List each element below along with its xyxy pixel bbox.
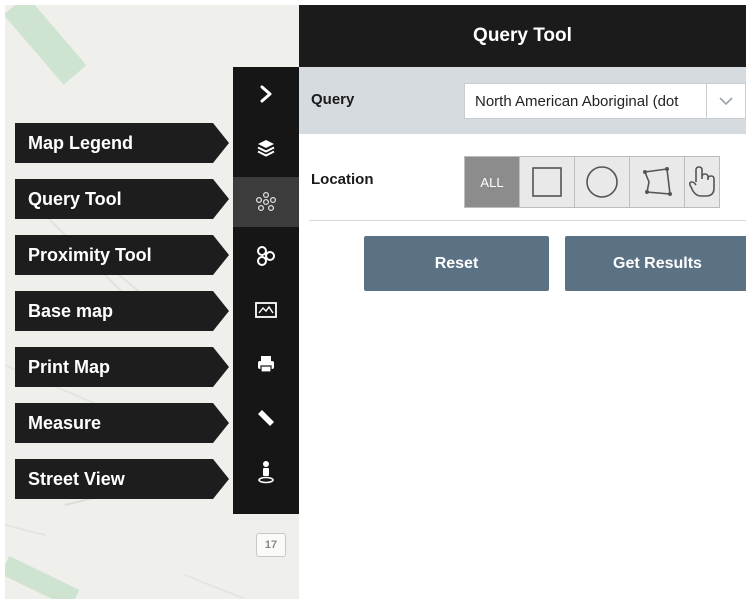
arrow-pointer: [213, 291, 229, 331]
reset-button[interactable]: Reset: [364, 236, 549, 291]
tool-label: Proximity Tool: [15, 235, 213, 275]
rectangle-icon: [532, 167, 562, 197]
proximity-icon: [257, 246, 275, 266]
location-rectangle-button[interactable]: [519, 156, 575, 208]
query-label: Query: [311, 91, 355, 108]
location-all-button[interactable]: ALL: [464, 156, 520, 208]
arrow-pointer: [213, 347, 229, 387]
location-label: Location: [311, 171, 374, 188]
tool-label: Map Legend: [15, 123, 213, 163]
base-map-icon-button[interactable]: [233, 285, 299, 335]
tool-icon-strip: [233, 67, 299, 514]
tool-button-proximity-tool[interactable]: Proximity Tool: [15, 235, 229, 275]
tool-label: Base map: [15, 291, 213, 331]
arrow-pointer: [213, 459, 229, 499]
arrow-pointer: [213, 123, 229, 163]
divider: [309, 220, 746, 221]
chevron-right-icon: [260, 85, 272, 103]
location-hand-button[interactable]: [684, 156, 720, 208]
tool-label: Query Tool: [15, 179, 213, 219]
measure-icon-button[interactable]: [233, 393, 299, 443]
basemap-icon: [255, 302, 277, 318]
tool-label: Print Map: [15, 347, 213, 387]
pegman-icon: [258, 461, 274, 484]
get-results-button[interactable]: Get Results: [565, 236, 746, 291]
tool-button-measure[interactable]: Measure: [15, 403, 229, 443]
query-select[interactable]: North American Aboriginal (dot: [464, 83, 746, 119]
ruler-icon: [258, 410, 274, 426]
location-row: Location ALL: [299, 134, 746, 218]
query-select-value: North American Aboriginal (dot: [475, 92, 679, 110]
location-circle-button[interactable]: [574, 156, 630, 208]
tool-button-print-map[interactable]: Print Map: [15, 347, 229, 387]
app-frame: Map Legend Query Tool Proximity Tool Bas…: [5, 5, 746, 599]
location-button-group: ALL: [464, 156, 720, 208]
query-tool-icon-button[interactable]: [233, 177, 299, 227]
proximity-tool-icon-button[interactable]: [233, 231, 299, 281]
location-polygon-button[interactable]: [629, 156, 685, 208]
layers-icon: [257, 140, 275, 157]
tool-button-street-view[interactable]: Street View: [15, 459, 229, 499]
query-nodes-icon: [255, 191, 277, 212]
circle-icon: [586, 166, 618, 198]
query-tool-panel: Query Tool Query North American Aborigin…: [299, 5, 746, 599]
panel-title: Query Tool: [299, 5, 746, 67]
hand-pointer-icon: [688, 166, 715, 197]
tool-button-map-legend[interactable]: Map Legend: [15, 123, 229, 163]
zoom-level-badge: 17: [256, 533, 286, 557]
print-map-icon-button[interactable]: [233, 339, 299, 389]
printer-icon: [258, 356, 274, 373]
chevron-down-icon: [719, 96, 733, 105]
tool-label: Street View: [15, 459, 213, 499]
arrow-pointer: [213, 179, 229, 219]
tool-button-base-map[interactable]: Base map: [15, 291, 229, 331]
street-view-icon-button[interactable]: [233, 447, 299, 497]
arrow-pointer: [213, 403, 229, 443]
tool-button-query-tool[interactable]: Query Tool: [15, 179, 229, 219]
arrow-pointer: [213, 235, 229, 275]
query-row: Query North American Aboriginal (dot: [299, 67, 746, 134]
polygon-icon: [643, 167, 672, 196]
query-dropdown-toggle[interactable]: [706, 84, 745, 118]
map-legend-icon-button[interactable]: [233, 123, 299, 173]
collapse-button[interactable]: [233, 69, 299, 119]
tool-label: Measure: [15, 403, 213, 443]
